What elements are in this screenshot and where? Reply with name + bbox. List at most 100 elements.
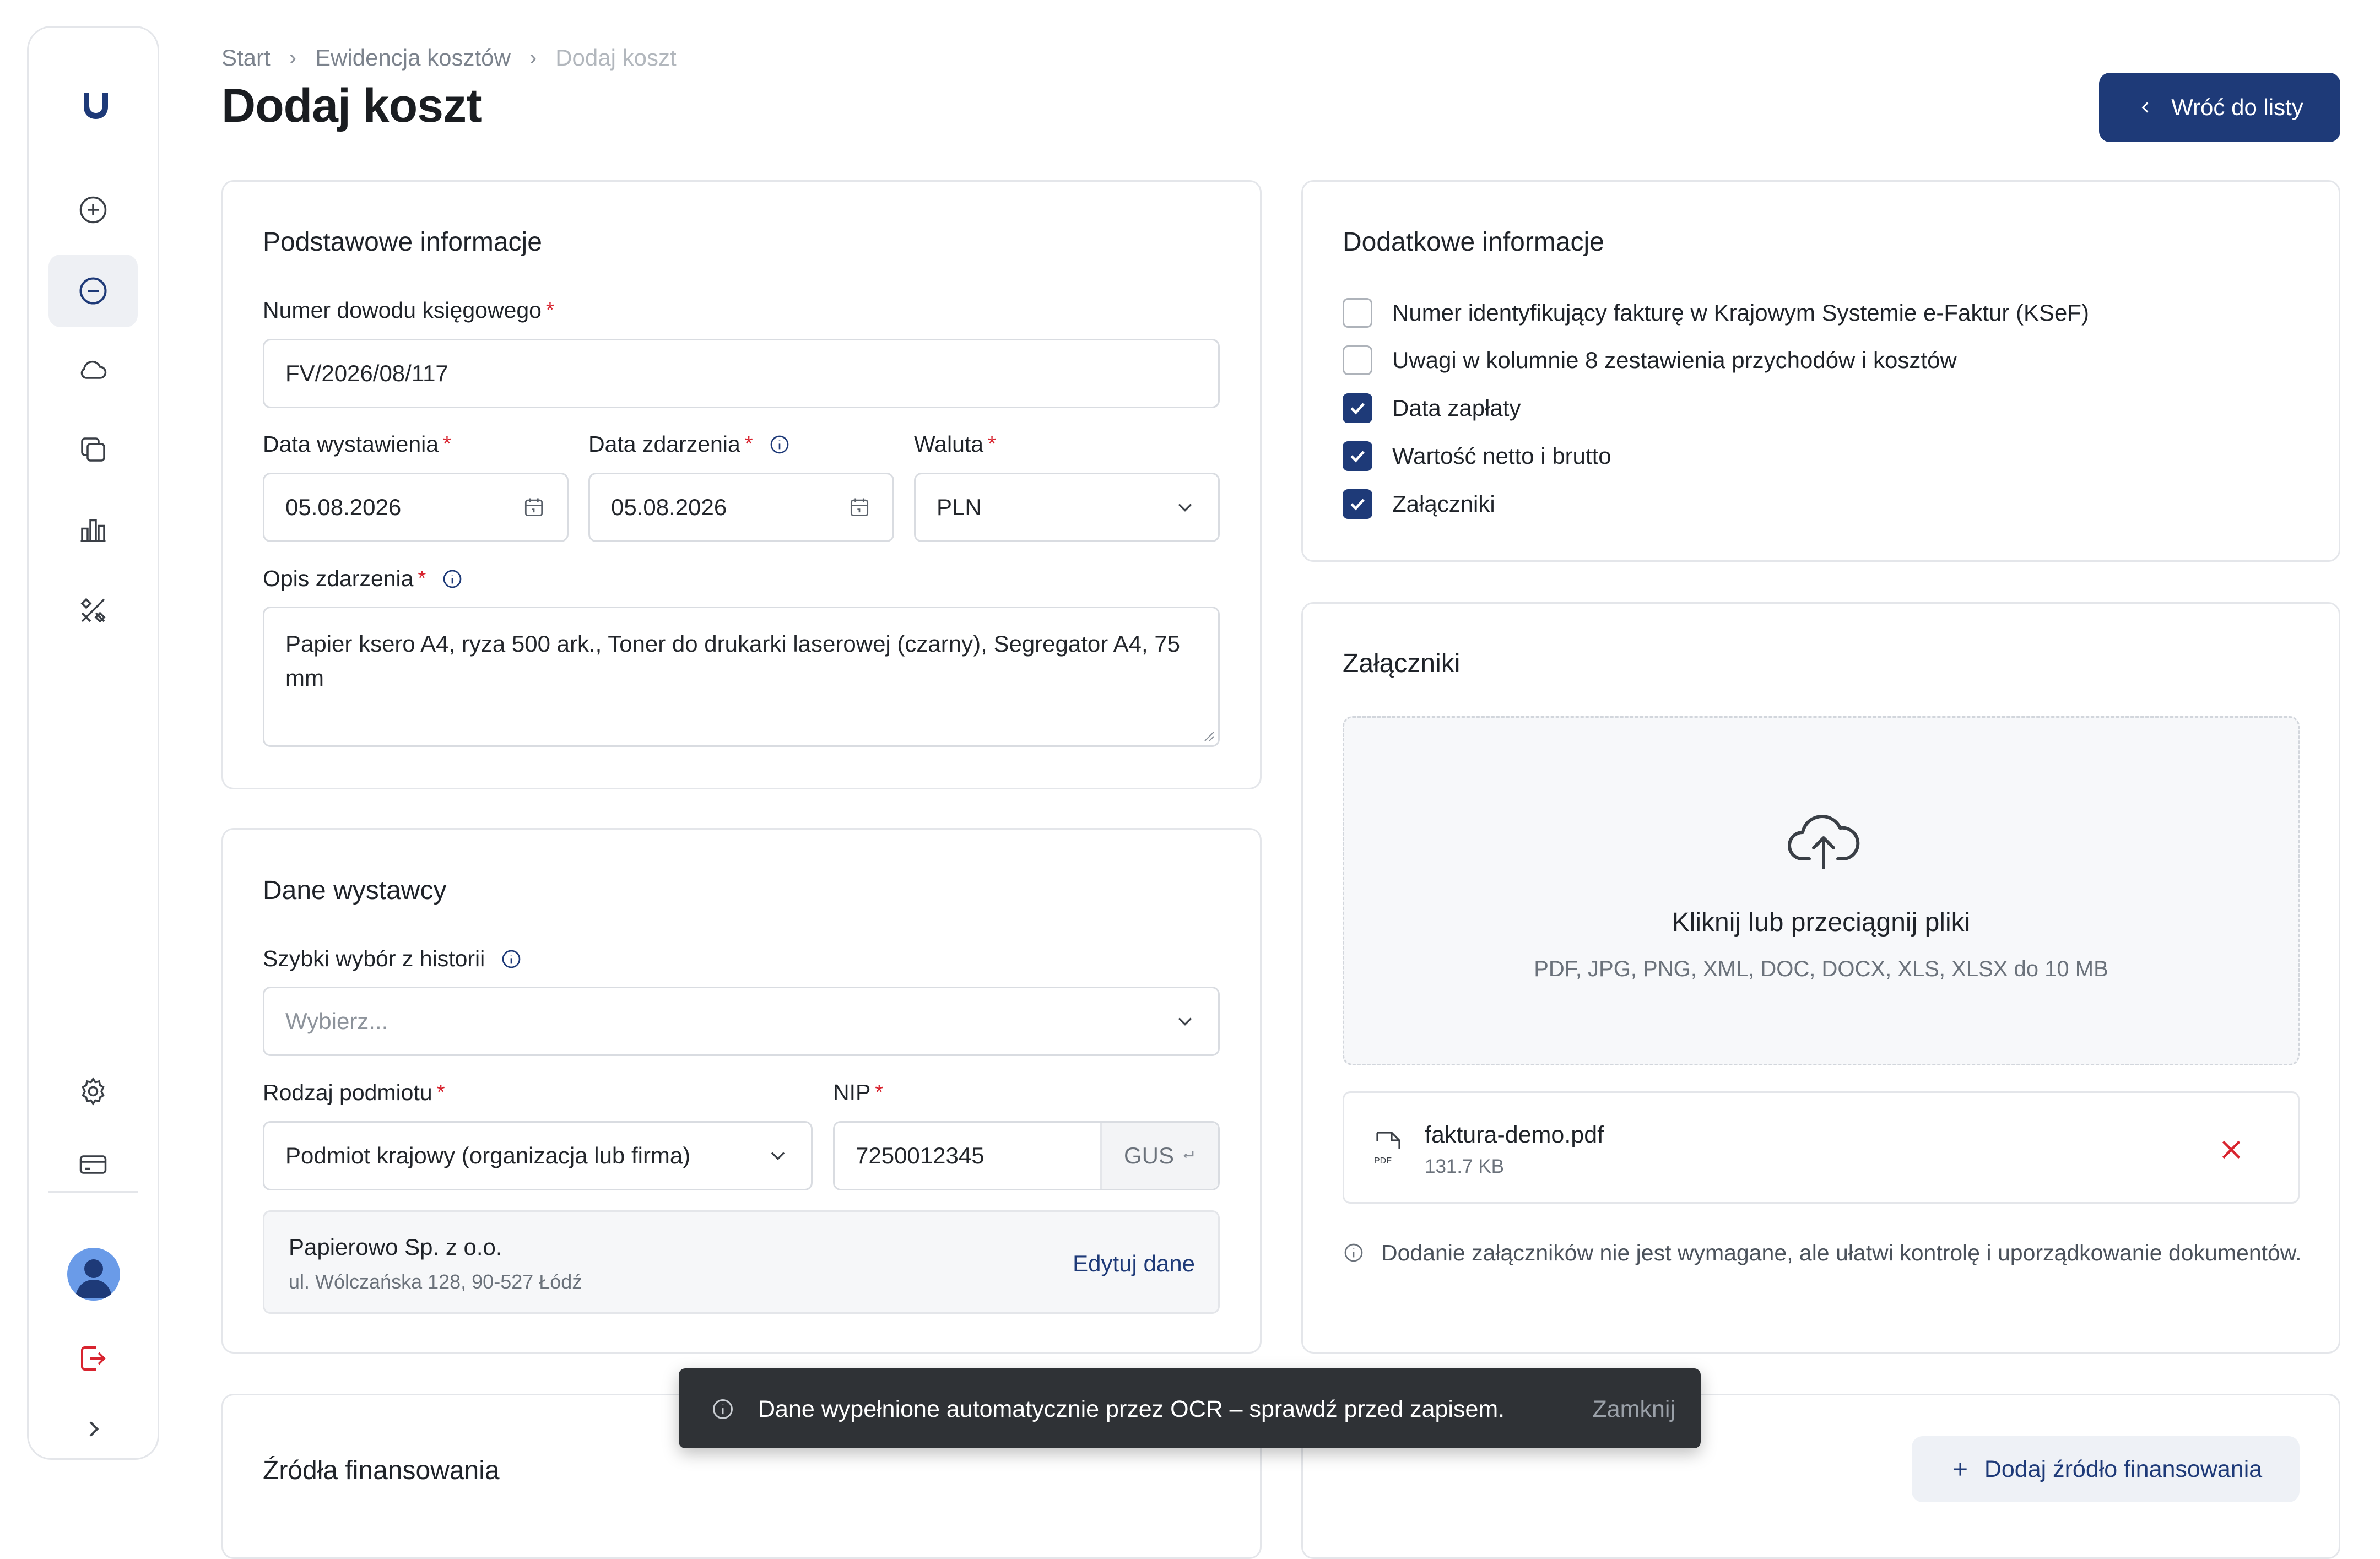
info-icon[interactable] — [769, 434, 791, 456]
check-icon — [1350, 403, 1365, 415]
gear-icon — [82, 1077, 105, 1106]
minus-circle-icon — [79, 277, 107, 305]
company-name: Papierowo Sp. z o.o. — [289, 1234, 502, 1260]
info-icon — [1344, 1243, 1363, 1262]
checkbox-payment-date[interactable] — [1343, 393, 1372, 423]
issuer-title: Dane wystawcy — [263, 876, 447, 905]
required-mark: * — [545, 299, 554, 322]
add-funding-source-button[interactable]: Dodaj źródło finansowania — [1912, 1436, 2300, 1502]
required-mark: * — [744, 432, 753, 456]
checkbox-net-gross[interactable] — [1343, 441, 1372, 471]
bar-chart-icon — [80, 519, 106, 542]
nip-label: NIP * — [833, 1080, 884, 1105]
option-ksef[interactable]: Numer identyfikujący fakturę w Krajowym … — [1343, 297, 2089, 329]
file-name: faktura-demo.pdf — [1425, 1122, 1604, 1148]
avatar[interactable] — [67, 1248, 120, 1301]
sidebar-item-payments[interactable] — [48, 1128, 138, 1201]
issue-date-label: Data wystawienia * — [263, 431, 451, 457]
svg-text:PDF: PDF — [1374, 1156, 1392, 1166]
sidebar-expand[interactable] — [48, 1393, 138, 1465]
checkbox-remarks[interactable] — [1343, 345, 1372, 375]
chevron-left-icon — [2141, 102, 2149, 113]
event-date-label: Data zdarzenia * — [588, 431, 791, 457]
option-remarks[interactable]: Uwagi w kolumnie 8 zestawienia przychodó… — [1343, 344, 1957, 376]
sidebar-item-costs[interactable] — [48, 255, 138, 327]
breadcrumb: Start › Ewidencja kosztów › Dodaj koszt — [221, 44, 677, 72]
required-mark: * — [436, 1081, 445, 1104]
check-icon — [1350, 451, 1365, 463]
attachments-note: Dodanie załączników nie jest wymagane, a… — [1343, 1236, 2312, 1270]
option-payment-date[interactable]: Data zapłaty — [1343, 392, 1521, 424]
plus-icon — [1954, 1463, 1967, 1476]
doc-number-input[interactable]: FV/2026/08/117 — [263, 339, 1220, 408]
history-label: Szybki wybór z historii — [263, 946, 522, 972]
additional-info-title: Dodatkowe informacje — [1343, 228, 1604, 257]
event-date-input[interactable]: 05.08.2026 — [588, 473, 894, 542]
sidebar-item-documents[interactable] — [48, 413, 138, 486]
description-textarea[interactable]: Papier ksero A4, ryza 500 ark., Toner do… — [263, 607, 1220, 747]
cloud-icon — [80, 360, 107, 379]
info-icon — [713, 1399, 733, 1419]
sidebar-item-settings[interactable] — [48, 1055, 138, 1128]
enter-icon — [1183, 1151, 1194, 1159]
required-mark: * — [875, 1081, 884, 1104]
credit-card-icon — [79, 1155, 107, 1174]
attachments-title: Załączniki — [1343, 649, 1461, 678]
close-icon[interactable] — [2217, 1136, 2245, 1163]
sidebar — [27, 26, 159, 1460]
dropzone-title: Kliknij lub przeciągnij pliki — [1672, 908, 1971, 937]
chevron-down-icon — [1178, 504, 1192, 512]
sidebar-item-reports[interactable] — [48, 494, 138, 566]
calendar-icon[interactable] — [522, 495, 546, 519]
issue-date-input[interactable]: 05.08.2026 — [263, 473, 569, 542]
history-select[interactable]: Wybierz... — [263, 987, 1220, 1056]
chevron-down-icon — [1178, 1017, 1192, 1026]
user-icon — [75, 1259, 112, 1298]
breadcrumb-costs[interactable]: Ewidencja kosztów — [315, 45, 511, 71]
doc-number-label: Numer dowodu księgowego * — [263, 297, 554, 323]
calendar-icon[interactable] — [847, 495, 872, 519]
toast-close-button[interactable]: Zamknij — [1592, 1396, 1675, 1423]
toast-message: Dane wypełnione automatycznie przez OCR … — [758, 1396, 1505, 1422]
chevron-right-icon — [89, 1421, 99, 1437]
required-mark: * — [988, 432, 996, 456]
logout-icon — [81, 1346, 106, 1371]
checkbox-attachments[interactable] — [1343, 489, 1372, 519]
edit-company-link[interactable]: Edytuj dane — [1073, 1251, 1195, 1277]
back-to-list-button[interactable]: Wróć do listy — [2099, 73, 2340, 142]
resize-handle-icon[interactable] — [1202, 729, 1215, 742]
pdf-file-icon: PDF — [1374, 1132, 1400, 1166]
chevron-down-icon — [771, 1152, 785, 1160]
cloud-upload-icon — [1788, 815, 1860, 869]
tools-icon — [80, 598, 106, 623]
breadcrumb-start[interactable]: Start — [221, 45, 271, 71]
plus-circle-icon — [79, 196, 107, 224]
logo-icon[interactable] — [78, 88, 113, 123]
description-label: Opis zdarzenia * — [263, 566, 463, 592]
checkbox-ksef[interactable] — [1343, 298, 1372, 328]
currency-select[interactable]: PLN — [914, 473, 1220, 542]
info-icon[interactable] — [441, 568, 463, 590]
option-net-gross[interactable]: Wartość netto i brutto — [1343, 440, 1611, 472]
check-icon — [1350, 499, 1365, 511]
currency-label: Waluta * — [914, 431, 996, 457]
company-address: ul. Wólczańska 128, 90-527 Łódź — [289, 1270, 582, 1293]
copy-icon — [81, 437, 105, 462]
sidebar-item-cloud[interactable] — [48, 333, 138, 406]
nip-input[interactable]: 7250012345 GUS — [833, 1121, 1220, 1190]
info-icon[interactable] — [500, 948, 522, 970]
gus-lookup-button[interactable]: GUS — [1100, 1123, 1218, 1189]
sidebar-item-logout[interactable] — [48, 1322, 138, 1395]
file-dropzone[interactable]: Kliknij lub przeciągnij pliki PDF, JPG, … — [1343, 716, 2300, 1065]
ocr-toast: Dane wypełnione automatycznie przez OCR … — [679, 1368, 1701, 1448]
page-title: Dodaj koszt — [221, 79, 482, 132]
entity-type-select[interactable]: Podmiot krajowy (organizacja lub firma) — [263, 1121, 813, 1190]
funding-title: Źródła finansowania — [263, 1456, 500, 1485]
dropzone-subtitle: PDF, JPG, PNG, XML, DOC, DOCX, XLS, XLSX… — [1534, 957, 2108, 981]
sidebar-item-add-income[interactable] — [48, 174, 138, 246]
option-attachments[interactable]: Załączniki — [1343, 488, 1495, 520]
chevron-right-icon: › — [529, 45, 537, 70]
sidebar-item-tools[interactable] — [48, 574, 138, 647]
breadcrumb-current: Dodaj koszt — [555, 45, 677, 71]
entity-type-label: Rodzaj podmiotu * — [263, 1080, 445, 1105]
